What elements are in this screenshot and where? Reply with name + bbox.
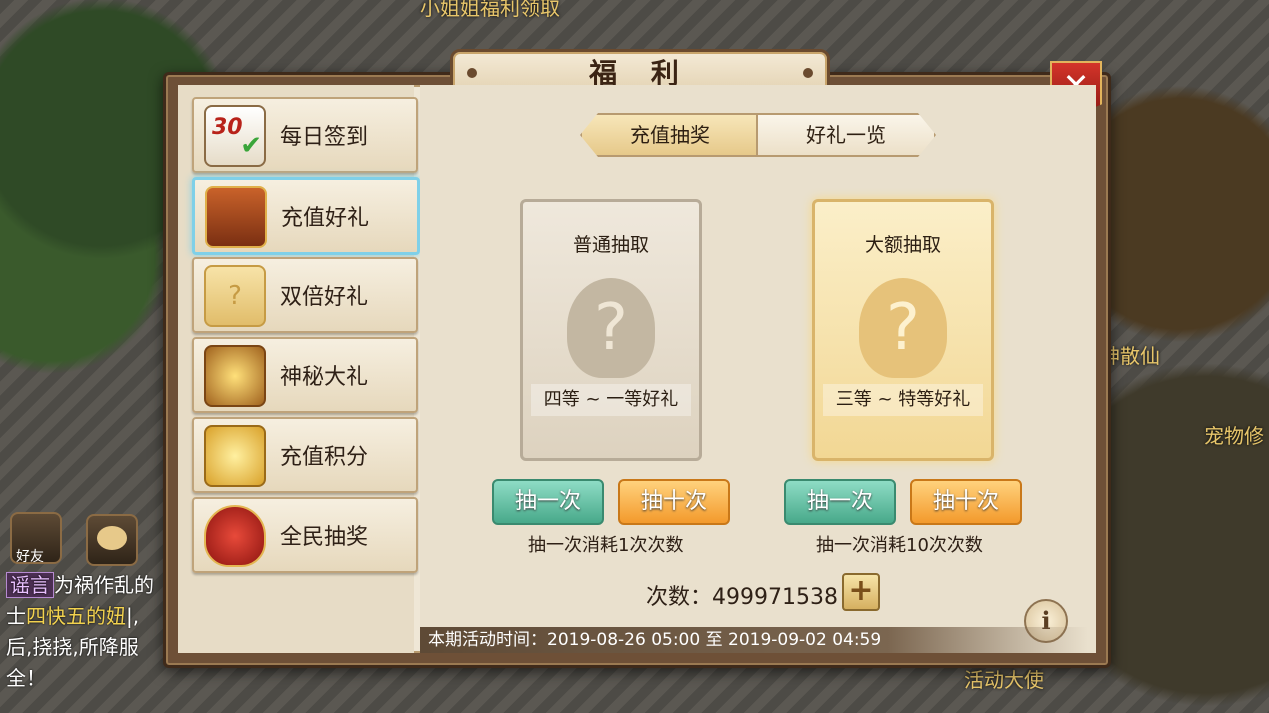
sidebar-item-lottery[interactable]: 全民抽奖 xyxy=(192,497,418,573)
chat-line: 为祸作乱的 xyxy=(54,573,154,597)
chat-bubble-button[interactable] xyxy=(86,514,138,566)
chat-line: 后,挠挠,所降服 xyxy=(6,635,139,659)
sidebar-item-recharge-gift[interactable]: 充值好礼 xyxy=(192,177,420,255)
friends-button[interactable]: 好友 xyxy=(10,512,62,565)
sidebar-item-label: 每日签到 xyxy=(280,125,369,150)
sidebar-item-label: 全民抽奖 xyxy=(280,525,369,550)
sidebar-item-label: 双倍好礼 xyxy=(280,285,369,310)
big-draw-once-button[interactable]: 抽一次 xyxy=(784,479,896,525)
card-reward-range: 三等 ~ 特等好礼 xyxy=(823,384,983,416)
sidebar-item-mystery-gift[interactable]: 神秘大礼 xyxy=(192,337,418,413)
check-icon: ✔ xyxy=(240,131,262,161)
activity-period: 本期活动时间：2019-08-26 05:00 至 2019-09-02 04:… xyxy=(420,627,1088,653)
tab-recharge-lottery[interactable]: 充值抽奖 xyxy=(580,113,760,157)
chat-line: 全！ xyxy=(6,666,46,690)
chat-tag: 谣言 xyxy=(6,572,54,598)
card-reward-range: 四等 ~ 一等好礼 xyxy=(531,384,691,416)
chat-line: |, xyxy=(126,604,140,628)
lucky-bag-icon xyxy=(204,505,266,567)
mystery-cards-icon: ? xyxy=(204,265,266,327)
chat-player-name: 四快五的妞 xyxy=(26,604,126,628)
chat-bubble-icon xyxy=(97,526,127,550)
card-title: 普通抽取 xyxy=(572,234,649,256)
friends-label: 好友 xyxy=(16,549,44,565)
sidebar-item-label: 充值积分 xyxy=(280,445,369,470)
tab-gift-overview[interactable]: 好礼一览 xyxy=(756,113,936,157)
chat-log[interactable]: 谣言 为祸作乱的 士四快五的妞|, 后,挠挠,所降服 全！ xyxy=(6,570,166,694)
sidebar-item-label: 充值好礼 xyxy=(281,206,370,231)
question-mark-icon: ? xyxy=(567,278,655,378)
big-cost-note: 抽一次消耗10次次数 xyxy=(816,535,983,556)
tab-bar: 充值抽奖 好礼一览 xyxy=(580,113,936,157)
normal-draw-card: 普通抽取 ? 四等 ~ 一等好礼 xyxy=(520,199,702,461)
content-panel: 充值抽奖 好礼一览 普通抽取 ? 四等 ~ 一等好礼 大额抽取 ? 三等 ~ 特… xyxy=(420,85,1096,653)
sidebar: 30 ✔ 每日签到 充值好礼 ? 双倍好礼 神秘大礼 充值积分 全民抽奖 xyxy=(178,85,420,653)
add-count-button[interactable]: + xyxy=(842,573,880,611)
normal-draw-ten-button[interactable]: 抽十次 xyxy=(618,479,730,525)
big-draw-card: 大额抽取 ? 三等 ~ 特等好礼 xyxy=(812,199,994,461)
question-mark-icon: ? xyxy=(859,278,947,378)
welfare-window: 福 利 ✕ 30 ✔ 每日签到 充值好礼 ? 双倍好礼 神秘大礼 充值积分 xyxy=(163,49,1111,668)
scene-banner-text: 小姐姐福利领取 xyxy=(420,0,560,20)
treasure-chest-icon xyxy=(205,186,267,248)
chat-line: 士 xyxy=(6,604,26,628)
gold-ingots-icon xyxy=(204,425,266,487)
sidebar-item-daily-signin[interactable]: 30 ✔ 每日签到 xyxy=(192,97,418,173)
draw-count: 次数：499971538 xyxy=(646,585,838,610)
sidebar-item-recharge-points[interactable]: 充值积分 xyxy=(192,417,418,493)
normal-draw-once-button[interactable]: 抽一次 xyxy=(492,479,604,525)
npc-name-label: 活动大使 xyxy=(964,668,1044,692)
sidebar-item-double-gift[interactable]: ? 双倍好礼 xyxy=(192,257,418,333)
calendar-icon: 30 ✔ xyxy=(204,105,266,167)
card-title: 大额抽取 xyxy=(864,234,941,256)
calendar-number: 30 xyxy=(212,115,243,140)
ornament-dot xyxy=(467,68,477,78)
gold-chest-icon xyxy=(204,345,266,407)
big-draw-ten-button[interactable]: 抽十次 xyxy=(910,479,1022,525)
sidebar-item-label: 神秘大礼 xyxy=(280,365,369,390)
npc-name-label: 宠物修 xyxy=(1204,424,1264,448)
ornament-dot xyxy=(803,68,813,78)
normal-cost-note: 抽一次消耗1次次数 xyxy=(528,535,684,556)
